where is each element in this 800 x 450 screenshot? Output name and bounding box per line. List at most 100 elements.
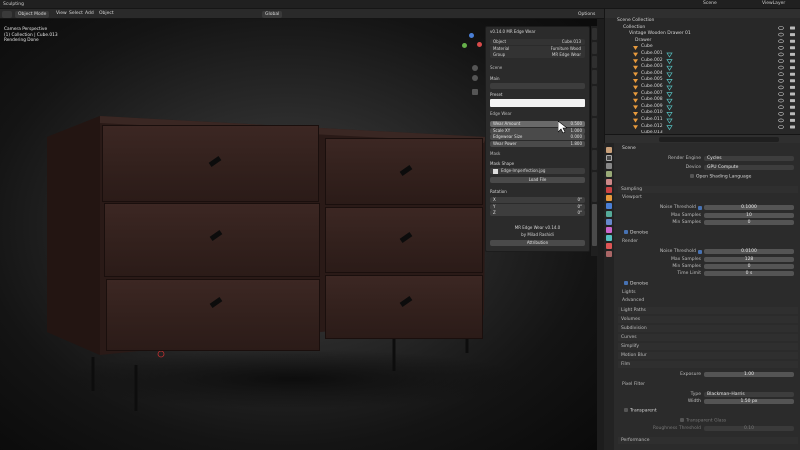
object-label: Object	[493, 39, 507, 44]
viewport-subsection[interactable]: Viewport	[622, 195, 642, 200]
constraints-tab-icon[interactable]	[606, 227, 612, 233]
mask-image-name[interactable]: Edge-Imperfection.jpg	[501, 168, 545, 174]
advanced-subsection[interactable]: Advanced	[622, 298, 644, 303]
render-engine-dropdown[interactable]: Cycles	[704, 156, 794, 161]
wear-amount-label: Wear Amount	[493, 121, 521, 126]
output-tab-icon[interactable]	[606, 163, 612, 169]
scene-selector[interactable]: Scene	[703, 1, 717, 6]
vp-noise-threshold-checkbox[interactable]	[698, 206, 702, 210]
rotation-x-value[interactable]: 0°	[577, 197, 582, 202]
film-section[interactable]: Film	[618, 361, 798, 368]
volumes-section[interactable]: Volumes	[618, 316, 798, 323]
scale-value[interactable]: 1.000	[571, 128, 582, 133]
workspace-tab[interactable]: Sculpting	[3, 2, 24, 7]
tab-animation[interactable]	[592, 172, 597, 202]
transparent-label: Transparent	[630, 408, 657, 414]
transparent-subsection[interactable]: Transparent	[624, 408, 657, 414]
filter-width-value[interactable]: 1.50 px	[704, 399, 794, 404]
vp-max-samples-value[interactable]: 10	[704, 213, 794, 218]
pixel-filter-subsection[interactable]: Pixel Filter	[622, 382, 645, 387]
menu-object[interactable]: Object	[99, 11, 114, 16]
physics-tab-icon[interactable]	[606, 219, 612, 225]
outliner-scene-collection[interactable]: Scene Collection	[617, 18, 800, 25]
main-field[interactable]	[490, 83, 585, 89]
r-noise-threshold-checkbox[interactable]	[698, 250, 702, 254]
modifier-tab-icon[interactable]	[606, 203, 612, 209]
vp-denoise-subsection[interactable]: Denoise	[624, 230, 648, 236]
visibility-icons[interactable]	[775, 25, 799, 133]
motion-blur-section[interactable]: Motion Blur	[618, 352, 798, 359]
rotation-y-value[interactable]: 0°	[577, 204, 582, 209]
transparent-glass-checkbox[interactable]: Transparent Glass	[680, 418, 726, 424]
material-tab-icon[interactable]	[606, 243, 612, 249]
zoom-icon[interactable]	[472, 65, 478, 71]
particles-tab-icon[interactable]	[606, 211, 612, 217]
osl-checkbox[interactable]: Open Shading Language	[690, 174, 751, 180]
tab-item[interactable]	[592, 28, 597, 40]
menu-view[interactable]: View	[56, 11, 67, 16]
navigation-gizmo[interactable]	[461, 33, 483, 55]
performance-section[interactable]: Performance	[618, 437, 798, 444]
render-subsection[interactable]: Render	[622, 239, 638, 244]
view-layer-tab-icon[interactable]	[606, 171, 612, 177]
wear-size-value[interactable]: 0.000	[571, 134, 582, 139]
load-file-button[interactable]: Load File	[490, 177, 585, 183]
r-noise-threshold-value[interactable]: 0.0100	[704, 249, 794, 254]
tab-create[interactable]	[592, 150, 597, 170]
world-tab-icon[interactable]	[606, 187, 612, 193]
sampling-section[interactable]: Sampling	[618, 186, 798, 193]
editor-type-icon[interactable]	[2, 10, 12, 18]
r-min-samples-value[interactable]: 0	[704, 264, 794, 269]
tab-edit[interactable]	[592, 70, 597, 84]
pan-icon[interactable]	[472, 75, 478, 81]
tab-mr-edge-wear[interactable]	[592, 204, 597, 246]
rotation-z-value[interactable]: 0°	[577, 210, 582, 215]
mode-dropdown[interactable]: Object Mode	[15, 10, 50, 18]
tab-tool[interactable]	[592, 42, 597, 54]
vp-min-samples-value[interactable]: 0	[704, 220, 794, 225]
wear-power-value[interactable]: 1.800	[571, 141, 582, 146]
mesh-object-icons	[633, 46, 673, 131]
preset-field[interactable]	[490, 99, 585, 107]
exposure-value[interactable]: 1.00	[704, 372, 794, 377]
texture-tab-icon[interactable]	[606, 251, 612, 257]
light-paths-section[interactable]: Light Paths	[618, 307, 798, 314]
attribution-button[interactable]: Attribution	[490, 240, 585, 246]
sidebar-tabs	[591, 26, 598, 256]
wear-amount-value[interactable]: 0.500	[571, 121, 582, 126]
object-tab-icon[interactable]	[606, 195, 612, 201]
filter-width-label: Width	[687, 399, 701, 404]
scene-tab-icon[interactable]	[606, 179, 612, 185]
simplify-section[interactable]: Simplify	[618, 343, 798, 350]
r-max-samples-value[interactable]: 128	[704, 257, 794, 262]
render-tab-icon[interactable]	[606, 155, 612, 161]
r-denoise-subsection[interactable]: Denoise	[624, 281, 648, 287]
device-dropdown[interactable]: GPU Compute	[704, 165, 794, 170]
drawer-bottom-right[interactable]	[325, 275, 483, 339]
tab-blenderkit[interactable]	[592, 86, 597, 116]
filter-type-dropdown[interactable]: Blackman–Harris	[704, 392, 794, 397]
menu-add[interactable]: Add	[85, 11, 94, 16]
tool-tab-icon[interactable]	[606, 147, 612, 153]
menu-select[interactable]: Select	[69, 11, 83, 16]
lights-subsection[interactable]: Lights	[622, 290, 636, 295]
tab-node-wrangler[interactable]	[592, 118, 597, 148]
scene-section-header[interactable]: Scene	[490, 65, 585, 71]
edge-wear-section-header[interactable]: Edge Wear	[490, 111, 585, 117]
time-limit-value[interactable]: 0 s	[704, 271, 794, 276]
mask-section-header[interactable]: Mask	[490, 151, 585, 157]
mask-shape-label: Mask Shape	[490, 161, 515, 166]
camera-view-icon[interactable]	[472, 89, 478, 95]
subdivision-section[interactable]: Subdivision	[618, 325, 798, 332]
vp-noise-threshold-value[interactable]: 0.1000	[704, 205, 794, 210]
tab-view[interactable]	[592, 56, 597, 68]
transform-orientation-dropdown[interactable]: Global	[262, 10, 283, 18]
options-button[interactable]: Options	[575, 10, 599, 18]
drawer-bottom-left[interactable]	[106, 279, 320, 351]
properties-search-input[interactable]	[659, 136, 779, 142]
curves-section[interactable]: Curves	[618, 334, 798, 341]
overlay-line-status: Rendering Done	[4, 38, 39, 43]
roughness-threshold-value[interactable]: 0.10	[704, 426, 794, 431]
view-layer-selector[interactable]: ViewLayer	[762, 1, 785, 6]
data-tab-icon[interactable]	[606, 235, 612, 241]
